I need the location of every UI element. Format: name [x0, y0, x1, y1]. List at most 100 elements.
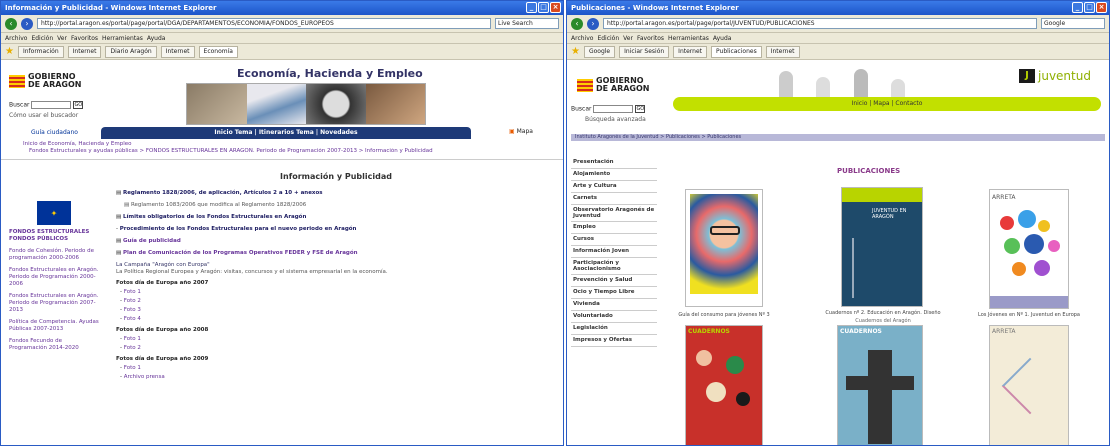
forward-icon[interactable]: ›	[587, 17, 599, 30]
tab-3[interactable]: Diario Aragón	[105, 45, 157, 58]
menu-favorites[interactable]: Favoritos	[71, 35, 98, 42]
close-icon[interactable]: ×	[550, 2, 561, 13]
publication-cover-1[interactable]	[685, 189, 763, 307]
search-box[interactable]: Live Search	[495, 18, 559, 29]
side-link-2[interactable]: Fondos Estructurales en Aragón. Periodo …	[9, 267, 99, 288]
side-link-4[interactable]: Política de Competencia. Ayudas Públicas…	[9, 319, 99, 333]
item-6[interactable]: Plan de Comunicación de los Programas Op…	[123, 250, 358, 256]
menu-favorites[interactable]: Favoritos	[637, 35, 664, 42]
minimize-icon[interactable]: _	[526, 2, 537, 13]
minimize-icon[interactable]: _	[1072, 2, 1083, 13]
side-menu-item[interactable]: Información Joven	[571, 246, 657, 258]
browser-window-juventud: Publicaciones - Windows Internet Explore…	[566, 0, 1110, 446]
tab-4[interactable]: Internet	[160, 45, 195, 58]
side-link-1[interactable]: Fondo de Cohesión. Periodo de programaci…	[9, 248, 99, 262]
publication-cover-2[interactable]: JUVENTUD EN ARAGÓN	[841, 187, 923, 307]
tab-5[interactable]: Economía	[198, 45, 238, 58]
tab-2[interactable]: Iniciar Sesión	[619, 45, 670, 58]
item-3[interactable]: Límites obligatorios de los Fondos Estru…	[123, 214, 306, 220]
photo-link[interactable]: Foto 4	[124, 316, 141, 322]
side-menu-item[interactable]: Presentación	[571, 157, 657, 169]
breadcrumb-home[interactable]: Inicio de Economía, Hacienda y Empleo	[23, 141, 553, 148]
item-5[interactable]: Guía de publicidad	[123, 238, 181, 244]
back-icon[interactable]: ‹	[571, 17, 583, 30]
menu-tools[interactable]: Herramientas	[668, 35, 709, 42]
search-help-link[interactable]: Cómo usar el buscador	[9, 112, 83, 119]
favorites-star-icon[interactable]: ★	[571, 46, 580, 57]
side-menu-item[interactable]: Arte y Cultura	[571, 181, 657, 193]
document-icon: ▤	[116, 190, 122, 196]
photo-link[interactable]: Foto 1	[124, 365, 141, 371]
caption-1[interactable]: Guía del consumo para jóvenes Nº 3	[664, 312, 784, 318]
side-menu-item[interactable]: Legislación	[571, 323, 657, 335]
side-menu-item[interactable]: Empleo	[571, 222, 657, 234]
forward-icon[interactable]: ›	[21, 17, 33, 30]
photo-link[interactable]: Foto 2	[124, 345, 141, 351]
publication-cover-6[interactable]: ARRETA	[989, 325, 1069, 445]
url-input[interactable]: http://portal.aragon.es/portal/page/port…	[37, 18, 491, 29]
side-menu-item[interactable]: Voluntariado	[571, 311, 657, 323]
breadcrumb-path[interactable]: Fondos Estructurales y ayudas públicas >…	[23, 148, 553, 155]
photo-link[interactable]: Foto 1	[124, 289, 141, 295]
publication-cover-3[interactable]: ARRETA	[989, 189, 1069, 309]
menu-edit[interactable]: Edición	[597, 35, 619, 42]
side-menu-item[interactable]: Ocio y Tiempo Libre	[571, 287, 657, 299]
site-search-input[interactable]	[593, 105, 634, 113]
tab-4[interactable]: Publicaciones	[711, 45, 762, 58]
menu-file[interactable]: Archivo	[571, 35, 593, 42]
side-menu-item[interactable]: Carnets	[571, 193, 657, 205]
publication-cover-4[interactable]: CUADERNOS	[685, 325, 763, 445]
gobierno-logo[interactable]: GOBIERNO DE ARAGON	[9, 73, 82, 89]
side-menu-item[interactable]: Participación y Asociacionismo	[571, 258, 657, 275]
advanced-search-link[interactable]: Búsqueda avanzada	[571, 116, 646, 123]
search-box[interactable]: Google	[1041, 18, 1105, 29]
search-go-button[interactable]: GO	[635, 105, 646, 113]
tab-3[interactable]: Internet	[673, 45, 707, 58]
tab-1[interactable]: Información	[17, 45, 64, 58]
back-icon[interactable]: ‹	[5, 17, 17, 30]
photo-link[interactable]: Foto 2	[124, 298, 141, 304]
breadcrumb[interactable]: Instituto Aragonés de la Juventud > Publ…	[571, 134, 1105, 141]
side-menu-item[interactable]: Prevención y Salud	[571, 275, 657, 287]
menu-tools[interactable]: Herramientas	[102, 35, 143, 42]
nav-map-link[interactable]: ▣ Mapa	[509, 128, 533, 135]
item-4[interactable]: Procedimiento de los Fondos Estructurale…	[120, 226, 357, 232]
juventud-logo[interactable]: J juventud	[1019, 69, 1091, 83]
publication-cover-5[interactable]: CUADERNOS	[837, 325, 923, 445]
photo-link[interactable]: Foto 1	[124, 336, 141, 342]
close-icon[interactable]: ×	[1096, 2, 1107, 13]
tab-1[interactable]: Google	[583, 45, 616, 58]
side-menu-item[interactable]: Cursos	[571, 234, 657, 246]
side-menu-item[interactable]: Vivienda	[571, 299, 657, 311]
item-2[interactable]: Reglamento 1083/2006 que modifica al Reg…	[131, 202, 306, 208]
search-go-button[interactable]: GO	[73, 101, 84, 109]
menu-file[interactable]: Archivo	[5, 35, 27, 42]
side-link-5[interactable]: Fondos Fecundo de Programación 2014-2020	[9, 338, 99, 352]
side-menu-item[interactable]: Alojamiento	[571, 169, 657, 181]
tab-5[interactable]: Internet	[765, 45, 800, 58]
site-search-input[interactable]	[31, 101, 72, 109]
caption-3[interactable]: Los Jóvenes en Nº 1. Juventud en Europa	[969, 312, 1089, 318]
tab-2[interactable]: Internet	[67, 45, 102, 58]
menu-view[interactable]: Ver	[623, 35, 633, 42]
item-1[interactable]: Reglamento 1828/2006, de aplicación, Art…	[123, 190, 323, 196]
nav-main[interactable]: Inicio Tema | Itinerarios Tema | Novedad…	[101, 127, 471, 139]
caption-2[interactable]: Cuadernos nº 2. Educación en Aragón. Dis…	[823, 310, 943, 316]
maximize-icon[interactable]: □	[538, 2, 549, 13]
photo-link[interactable]: Archivo prensa	[124, 374, 165, 380]
green-banner[interactable]: Inicio | Mapa | Contacto	[673, 97, 1101, 111]
menu-view[interactable]: Ver	[57, 35, 67, 42]
url-input[interactable]: http://portal.aragon.es/portal/page/port…	[603, 18, 1037, 29]
maximize-icon[interactable]: □	[1084, 2, 1095, 13]
gobierno-logo[interactable]: GOBIERNO DE ARAGON	[577, 77, 650, 93]
favorites-star-icon[interactable]: ★	[5, 46, 14, 57]
side-link-3[interactable]: Fondos Estructurales en Aragón. Periodo …	[9, 293, 99, 314]
menu-help[interactable]: Ayuda	[713, 35, 732, 42]
menu-edit[interactable]: Edición	[31, 35, 53, 42]
side-menu-item[interactable]: Impresos y Ofertas	[571, 335, 657, 347]
nav-guide-link[interactable]: Guía ciudadano	[31, 129, 78, 136]
photo-link[interactable]: Foto 3	[124, 307, 141, 313]
side-menu-item[interactable]: Observatorio Aragonés de Juventud	[571, 205, 657, 222]
menu-help[interactable]: Ayuda	[147, 35, 166, 42]
caption-2-sub: Cuadernos del Aragón	[855, 318, 911, 324]
